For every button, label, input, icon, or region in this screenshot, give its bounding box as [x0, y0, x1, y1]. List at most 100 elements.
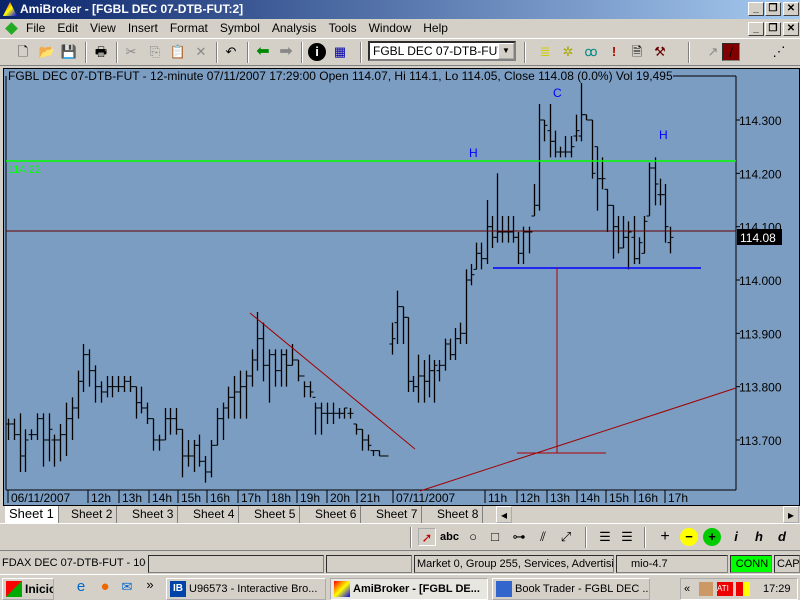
y-tick-label: 114.200 — [739, 167, 782, 181]
ohlc-bar — [636, 237, 643, 264]
last-price-label: 114.08 — [740, 231, 776, 245]
clock: 17:29 — [763, 583, 791, 595]
sheet-tab-1[interactable]: Sheet 1 — [5, 506, 59, 523]
ohlc-bar — [370, 450, 377, 456]
x-tick-label: 12h — [520, 491, 540, 505]
ohlc-bar — [531, 183, 538, 217]
ohlc-bar — [330, 402, 337, 424]
ohlc-bar — [28, 429, 35, 440]
interval-d-icon[interactable]: d — [773, 528, 791, 546]
tray-app-icon[interactable] — [699, 582, 713, 596]
zoom-in-icon[interactable]: + — [703, 528, 721, 546]
pointer-tool-icon[interactable]: ➚ — [418, 528, 436, 546]
ohlc-bar — [167, 407, 174, 435]
parallel-lines-tool-icon[interactable]: ⫽ — [534, 528, 552, 546]
downtrend-line[interactable] — [249, 312, 416, 450]
ohlc-bar — [520, 226, 527, 264]
outlook-icon[interactable]: ✉ — [118, 578, 136, 596]
uptrend-line[interactable] — [419, 387, 737, 492]
tab-scroll-left-button[interactable]: ◂ — [496, 506, 513, 523]
ohlc-bar — [447, 338, 454, 360]
y-tick-label: 113.800 — [739, 381, 782, 395]
annotation-left-shoulder: H — [469, 146, 478, 160]
ohlc-bar — [75, 370, 82, 419]
x-tick-label: 16h — [638, 491, 658, 505]
y-tick-label: 113.900 — [739, 327, 782, 341]
amibroker-icon — [334, 581, 350, 597]
sheet-tab-3[interactable]: Sheet 3 — [128, 506, 179, 523]
ohlc-bar — [289, 343, 296, 366]
more-icon[interactable]: » — [141, 576, 159, 594]
ohlc-bar — [573, 114, 580, 142]
ohlc-bar — [436, 359, 443, 382]
ohlc-bar — [452, 327, 459, 360]
ohlc-bar — [499, 215, 506, 243]
ohlc-bar — [86, 349, 93, 387]
sheet-tab-4[interactable]: Sheet 4 — [189, 506, 240, 523]
ohlc-bar — [552, 130, 559, 158]
trendline-tool-icon[interactable]: ⤢ — [557, 528, 575, 546]
task-amibroker[interactable]: AmiBroker - [FGBL DE... — [330, 578, 488, 600]
text-tool[interactable]: abc — [440, 528, 459, 546]
rectangle-tool-icon[interactable]: □ — [486, 528, 504, 546]
sheet-tab-7[interactable]: Sheet 7 — [372, 506, 423, 523]
ohlc-bar — [92, 365, 99, 403]
ohlc-bar — [121, 375, 128, 392]
ohlc-bar — [301, 375, 308, 398]
ohlc-bar — [405, 316, 412, 392]
status-bar: FDAX DEC 07-DTB-FUT - 1000 Market 0, Gro… — [0, 555, 800, 573]
ie-icon[interactable]: e — [72, 578, 90, 596]
ohlc-bar — [394, 290, 401, 344]
segment-tool-icon[interactable]: ⊶ — [510, 528, 528, 546]
drawing-toolbar: ➚ abc ○ □ ⊶ ⫽ ⤢ ☰ ☰ + − + i h d — [0, 523, 800, 551]
ohlc-bar — [46, 413, 53, 462]
ohlc-bar — [312, 396, 319, 435]
ohlc-bar — [341, 407, 348, 419]
x-tick-label: 06/11/2007 — [11, 491, 70, 505]
gann-tool-icon[interactable]: ☰ — [618, 528, 636, 546]
ohlc-bar — [641, 215, 648, 254]
interval-i-icon[interactable]: i — [727, 528, 745, 546]
ohlc-bar — [196, 434, 203, 467]
tray-flag-icon[interactable] — [736, 582, 750, 596]
ohlc-bar — [17, 413, 24, 472]
x-tick-label: 15h — [181, 491, 201, 505]
ohlc-bar — [231, 375, 238, 419]
tray-expand-icon[interactable]: « — [684, 579, 690, 599]
x-tick-label: 19h — [300, 491, 320, 505]
ohlc-bar — [260, 322, 267, 382]
ohlc-bar — [295, 359, 302, 382]
ohlc-bar — [652, 157, 659, 206]
sheet-tab-2[interactable]: Sheet 2 — [67, 506, 118, 523]
x-tick-label: 15h — [609, 491, 629, 505]
ellipse-tool-icon[interactable]: ○ — [464, 528, 482, 546]
ohlc-bar — [376, 450, 383, 457]
ohlc-bar — [578, 82, 585, 142]
start-button[interactable]: Inicio — [2, 578, 54, 600]
y-tick-label: 114.000 — [739, 274, 782, 288]
ohlc-bar — [541, 119, 548, 142]
tab-scroll-right-button[interactable]: ▸ — [783, 506, 800, 523]
start-label: Inicio — [25, 582, 54, 596]
ohlc-bar — [63, 402, 70, 456]
sheet-tab-8[interactable]: Sheet 8 — [433, 506, 484, 523]
y-tick-label: 114.300 — [739, 114, 782, 128]
ohlc-bar — [457, 322, 464, 344]
ohlc-bar — [109, 375, 116, 398]
sheet-tab-6[interactable]: Sheet 6 — [311, 506, 362, 523]
task-label: Book Trader - FGBL DEC ... — [515, 583, 650, 595]
task-interactive-brokers[interactable]: IB U96573 - Interactive Bro... — [166, 578, 326, 600]
crosshair-icon[interactable]: + — [656, 528, 674, 546]
sheet-tab-5[interactable]: Sheet 5 — [250, 506, 301, 523]
interval-h-icon[interactable]: h — [750, 528, 768, 546]
ohlc-bar — [202, 455, 209, 483]
fibonacci-tool-icon[interactable]: ☰ — [596, 528, 614, 546]
firefox-icon[interactable]: ● — [96, 578, 114, 596]
x-tick-label: 13h — [550, 491, 570, 505]
ohlc-bar — [11, 418, 18, 440]
ati-icon[interactable]: ATI — [717, 582, 733, 596]
ohlc-bar — [347, 407, 354, 419]
x-tick-label: 18h — [271, 491, 291, 505]
task-book-trader[interactable]: Book Trader - FGBL DEC ... — [492, 578, 650, 600]
zoom-out-icon[interactable]: − — [680, 528, 698, 546]
